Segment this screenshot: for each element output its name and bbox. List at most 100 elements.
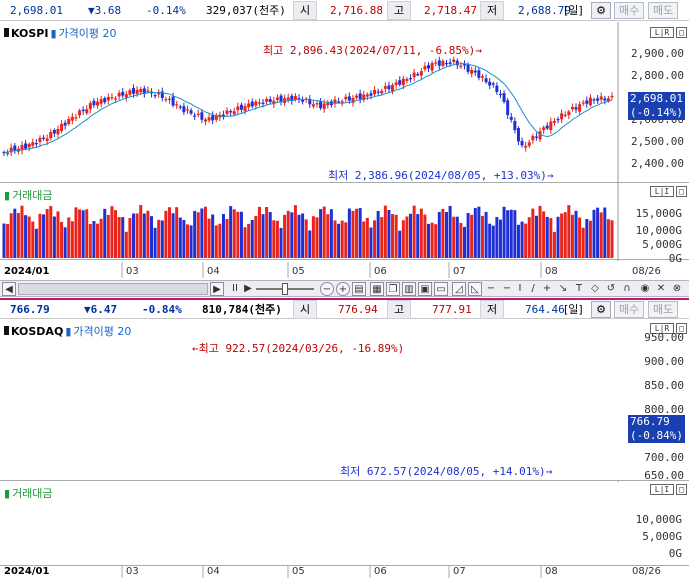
volume-bar	[319, 209, 323, 258]
delete-icon[interactable]: ⊗	[670, 282, 684, 296]
volume-bar	[229, 206, 233, 258]
candle-body	[545, 125, 549, 129]
candle-body	[459, 65, 463, 67]
volume-bar	[459, 222, 463, 258]
volume-bar	[182, 220, 186, 258]
cross-tool-icon[interactable]: +	[540, 282, 554, 296]
candle-body	[250, 101, 254, 107]
undo-icon[interactable]: ↺	[604, 282, 618, 296]
candle-body	[268, 99, 272, 103]
pause-button[interactable]: II	[228, 282, 242, 296]
candle-body	[49, 132, 53, 139]
chart-type-icon[interactable]: ▤	[352, 282, 366, 296]
scrollbar-track[interactable]	[18, 283, 208, 295]
kosdaq-volume-panel[interactable]: ▮ 거래대금 L|I □	[0, 482, 689, 566]
candle-body	[13, 145, 17, 151]
close-icon[interactable]: ✕	[654, 282, 668, 296]
volume-bar	[344, 222, 348, 258]
x-tick-label: 06	[374, 566, 387, 577]
horizontal-line-tool[interactable]: −	[484, 282, 498, 296]
volume-bar	[405, 216, 409, 258]
kosdaq-change-pct: -0.84%	[142, 302, 182, 316]
axis-tick-label: 15,000G	[635, 207, 682, 220]
print-icon[interactable]: ▭	[434, 282, 448, 296]
candle-body	[117, 92, 121, 97]
candle-body	[92, 100, 96, 106]
scroll-left-button[interactable]: ◀	[2, 282, 16, 296]
volume-bar	[196, 212, 200, 258]
kosdaq-info-bar: 766.79 ▼6.47 -0.84% 810,784(천주) 시 776.94…	[0, 298, 689, 319]
volume-bar	[239, 211, 243, 258]
zoom-slider-handle[interactable]	[282, 283, 288, 295]
arrow-tool-icon[interactable]: ↘	[556, 282, 570, 296]
axis-tick-label: 650.00	[644, 469, 684, 482]
axis-tick-label: 5,000G	[642, 238, 682, 251]
kosdaq-sell-button[interactable]: 매도	[648, 301, 679, 318]
candle-body	[45, 138, 49, 142]
candle-body	[419, 71, 423, 76]
volume-bar	[534, 215, 538, 258]
kosdaq-high-annotation: ←최고 922.57(2024/03/26, -16.89%)	[192, 342, 405, 355]
candle-body	[549, 121, 553, 131]
volume-bar	[178, 217, 182, 258]
volume-bar	[92, 221, 96, 258]
volume-bar	[110, 206, 114, 258]
kosdaq-vol-li-toggle[interactable]: L|I	[650, 484, 674, 495]
volume-bar	[462, 226, 466, 258]
candle-body	[311, 104, 315, 107]
area-chart-icon[interactable]: ◺	[468, 282, 482, 296]
zoom-in-button[interactable]: +	[336, 282, 350, 296]
candle-body	[484, 78, 488, 83]
volume-bar	[297, 214, 301, 258]
kosdaq-buy-button[interactable]: 매수	[614, 301, 645, 318]
copy-icon[interactable]: ❐	[386, 282, 400, 296]
line-chart-icon[interactable]: ◿	[452, 282, 466, 296]
candle-body	[524, 145, 528, 148]
grid-icon[interactable]: ▦	[370, 282, 384, 296]
candle-body	[171, 96, 175, 106]
candle-body	[340, 101, 344, 103]
volume-bar	[135, 213, 139, 258]
candle-body	[473, 70, 477, 73]
kosdaq-indicator: 가격이평 20	[73, 325, 132, 338]
eraser-icon[interactable]: ◇	[588, 282, 602, 296]
candle-body	[182, 106, 186, 113]
scroll-right-button[interactable]: ▶	[210, 282, 224, 296]
candle-body	[477, 70, 481, 78]
info-icon[interactable]: ◉	[638, 282, 652, 296]
diagonal-line-tool-icon[interactable]: /	[526, 282, 540, 296]
kosdaq-vol-maximize-icon[interactable]: □	[676, 484, 687, 495]
vertical-line-tool[interactable]: I	[515, 282, 525, 296]
candle-body	[391, 84, 395, 92]
volume-bar	[365, 217, 369, 258]
play-button[interactable]: ▶	[242, 282, 254, 296]
kosdaq-settings-gear-icon[interactable]: ⚙	[591, 301, 611, 318]
candle-body	[203, 119, 207, 122]
volume-bar	[207, 218, 211, 258]
candle-body	[124, 94, 128, 98]
volume-bar	[67, 217, 71, 258]
kosdaq-period[interactable]: [일]	[564, 301, 583, 317]
text-tool[interactable]: T	[572, 282, 586, 296]
candle-body	[516, 128, 520, 142]
candle-body	[574, 107, 578, 110]
volume-bar	[211, 214, 215, 258]
volume-bar	[437, 212, 441, 258]
magnet-icon[interactable]: ∩	[620, 282, 634, 296]
kosdaq-name: KOSDAQ	[11, 325, 64, 338]
volume-bar	[218, 223, 222, 258]
volume-bar	[445, 211, 449, 258]
volume-bar	[200, 208, 204, 258]
candle-body	[34, 143, 38, 145]
candle-body	[592, 99, 596, 101]
candle-body	[480, 76, 484, 78]
volume-bar	[185, 224, 189, 258]
trend-line-tool[interactable]: −	[500, 282, 514, 296]
window-icon[interactable]: ▣	[418, 282, 432, 296]
volume-bar	[326, 214, 330, 258]
volume-bar	[128, 218, 132, 258]
candle-body	[261, 102, 265, 104]
table-icon[interactable]: ▥	[402, 282, 416, 296]
candle-body	[229, 111, 233, 113]
zoom-out-button[interactable]: −	[320, 282, 334, 296]
